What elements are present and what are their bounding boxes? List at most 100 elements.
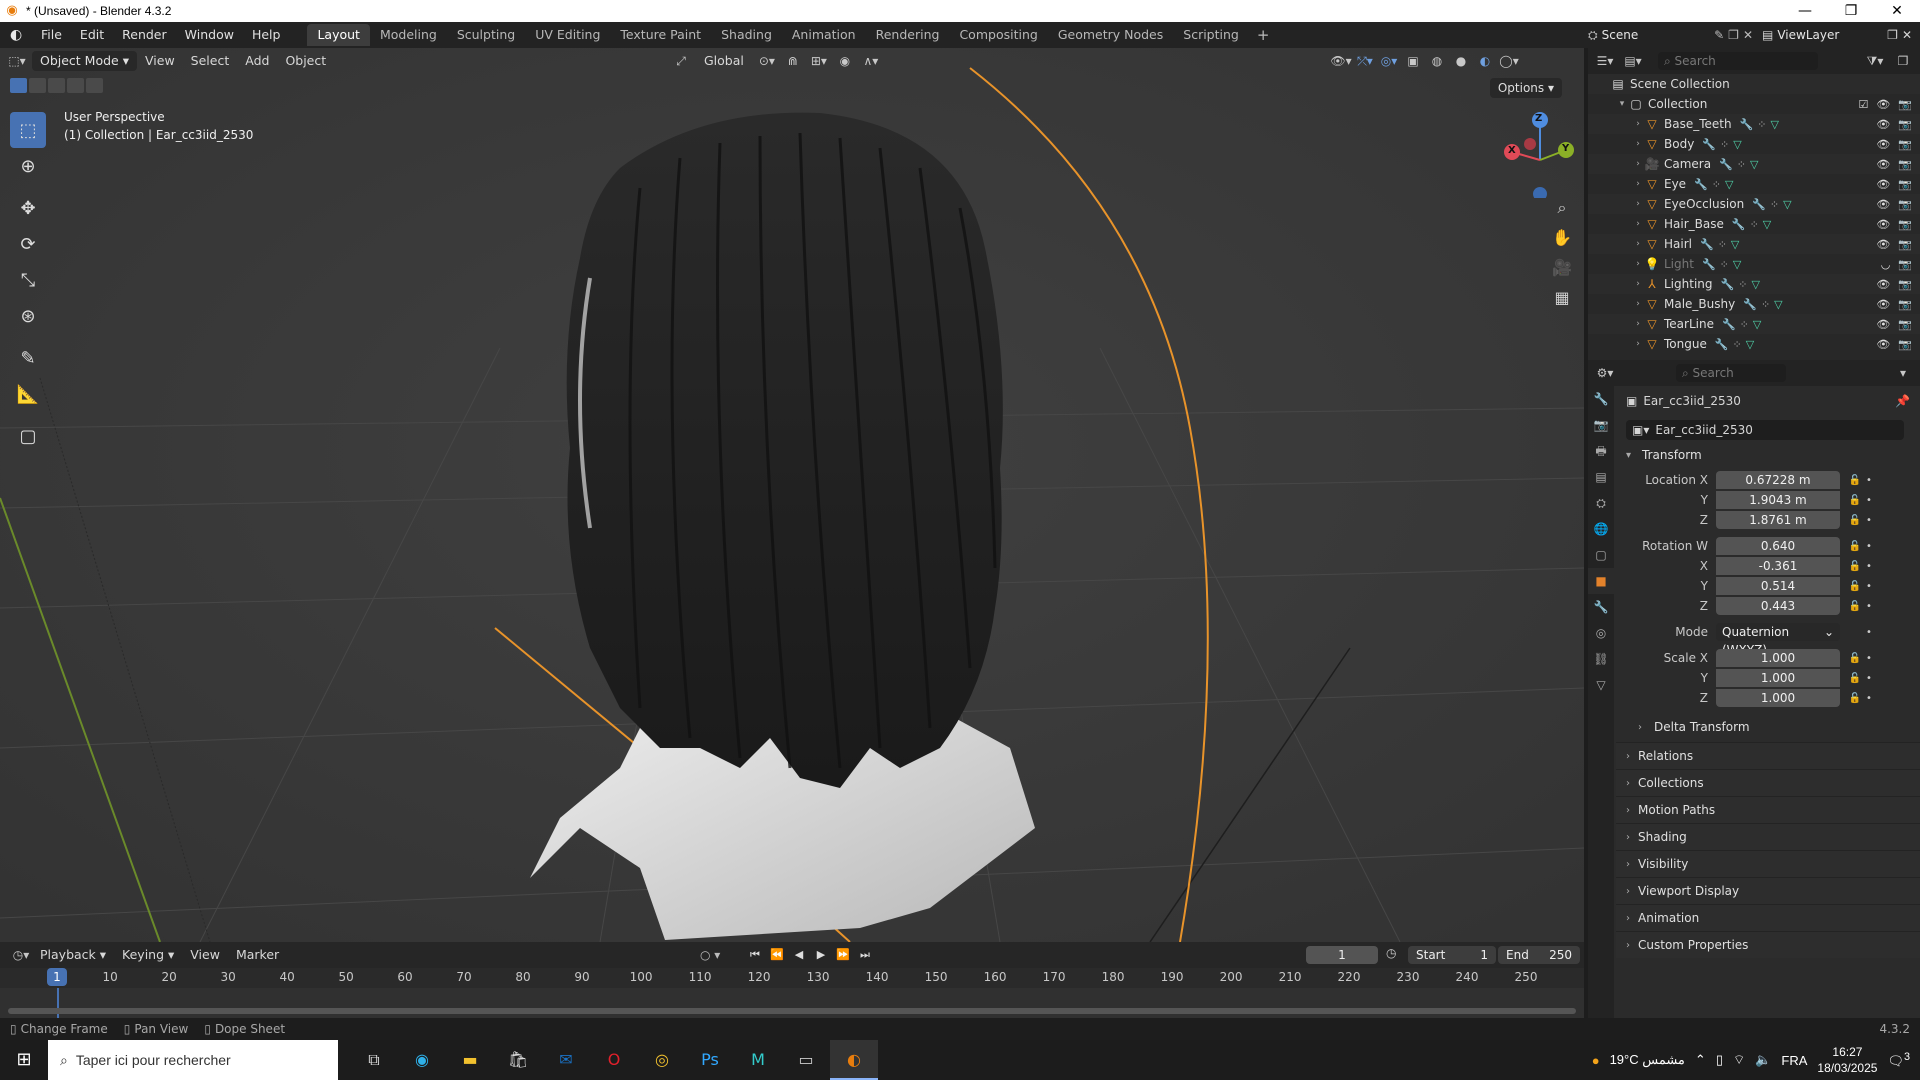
rotation-x-field[interactable]: -0.361 [1716,557,1840,575]
blender-taskbar-icon[interactable]: ◐ [830,1040,878,1080]
overlay-toggle-icon[interactable]: ◎▾ [1378,51,1400,71]
lock-icon[interactable]: 🔓 [1846,601,1864,612]
constraints-tab-icon[interactable]: ⛓ [1588,646,1614,672]
select-extend-icon[interactable] [29,78,46,93]
tab-modeling[interactable]: Modeling [370,24,447,46]
outliner-item[interactable]: › ▽ Hairl 🔧 ⁘ ▽ 👁 📷 [1588,234,1920,254]
tab-rendering[interactable]: Rendering [866,24,950,46]
end-frame-field[interactable]: End 250 [1498,946,1580,964]
snap-target-icon[interactable]: ⊞▾ [808,51,830,71]
wrench-icon[interactable]: 🔧 [1743,298,1757,311]
viewlayer-selector[interactable]: ▤ ViewLayer ❐ ✕ [1762,25,1912,45]
current-frame-field[interactable]: 1 [1306,946,1378,964]
delta-transform-header[interactable]: › Delta Transform [1616,716,1920,738]
camera-view-icon[interactable]: 🎥 [1548,253,1576,283]
menu-edit[interactable]: Edit [71,22,113,48]
timeline-ruler[interactable]: 1 10 20 30 40 50 60 70 80 90 100 110 120 130 140 150 160… [0,968,1584,988]
rotation-w-field[interactable]: 0.640 [1716,537,1840,555]
device-icon[interactable]: ▯ [1716,1052,1723,1068]
eye-icon[interactable]: 👁 [1876,338,1890,351]
preview-range-icon[interactable]: ◷ [1386,946,1396,960]
keyframe-dot-icon[interactable]: • [1864,653,1874,664]
lock-icon[interactable]: 🔓 [1846,653,1864,664]
mesh-data-icon[interactable]: ▽ [1753,318,1761,331]
lock-icon[interactable]: 🔓 [1846,561,1864,572]
menu-playback[interactable]: Playback ▾ [32,944,114,966]
render-camera-icon[interactable]: 📷 [1898,318,1912,331]
pin-properties-icon[interactable]: 📌 [1895,394,1910,408]
keyframe-dot-icon[interactable]: • [1864,601,1874,612]
outliner-item[interactable]: › ▽ Tongue 🔧 ⁘ ▽ 👁 📷 [1588,334,1920,354]
mode-dropdown[interactable]: Object Mode ▾ [32,51,137,71]
keyframe-dot-icon[interactable]: • [1864,495,1874,506]
windows-start-icon[interactable]: ⊞ [0,1040,48,1080]
mesh-data-icon[interactable]: ▽ [1783,198,1791,211]
data-tab-icon[interactable]: ▽ [1588,672,1614,698]
outliner-item[interactable]: › ▽ TearLine 🔧 ⁘ ▽ 👁 📷 [1588,314,1920,334]
select-invert-icon[interactable] [67,78,84,93]
menu-object[interactable]: Object [277,50,334,72]
vertex-group-icon[interactable]: ⁘ [1740,318,1749,331]
render-camera-icon[interactable]: 📷 [1898,98,1912,111]
falloff-icon[interactable]: ∧▾ [860,51,882,71]
eye-icon[interactable]: 👁 [1876,318,1890,331]
vertex-group-icon[interactable]: ⁘ [1733,338,1742,351]
pan-hand-icon[interactable]: ✋ [1548,223,1576,253]
wireframe-shading-icon[interactable]: ◍ [1426,51,1448,71]
keyframe-dot-icon[interactable]: • [1864,475,1874,486]
menu-add[interactable]: Add [237,50,277,72]
chevron-down-icon[interactable]: ▾ [1616,99,1628,109]
xray-icon[interactable]: ▣ [1402,51,1424,71]
keyframe-dot-icon[interactable]: • [1864,627,1874,638]
timeline-editor[interactable]: ◷▾ Playback ▾ Keying ▾ View Marker ○ ▾ ⏮… [0,942,1584,1028]
render-camera-icon[interactable]: 📷 [1898,178,1912,191]
render-camera-icon[interactable]: 📷 [1898,118,1912,131]
render-camera-icon[interactable]: 📷 [1898,258,1912,271]
render-camera-icon[interactable]: 📷 [1898,278,1912,291]
add-cube-tool-icon[interactable]: ▢ [10,418,46,454]
jump-keyframe-forward-icon[interactable]: ⏩ [833,946,853,964]
tab-animation[interactable]: Animation [782,24,866,46]
options-dropdown[interactable]: Options ▾ [1489,78,1562,98]
new-viewlayer-icon[interactable]: ❐ [1887,28,1898,42]
scale-x-field[interactable]: 1.000 [1716,649,1840,667]
timeline-editor-type-icon[interactable]: ◷▾ [10,945,32,965]
wrench-icon[interactable]: 🔧 [1700,238,1714,251]
chevron-right-icon[interactable]: › [1632,159,1644,169]
exclude-checkbox-icon[interactable]: ☑ [1858,98,1868,111]
play-reverse-icon[interactable]: ◀ [789,946,809,964]
add-workspace-button[interactable]: + [1249,26,1278,44]
select-subtract-icon[interactable] [48,78,65,93]
chevron-right-icon[interactable]: › [1632,119,1644,129]
gizmo-toggle-icon[interactable]: ⤱▾ [1354,51,1376,71]
weather-icon[interactable]: ● [1592,1053,1600,1068]
wrench-icon[interactable]: 🔧 [1719,158,1733,171]
physics-tab-icon[interactable]: ◎ [1588,620,1614,646]
navigation-gizmo[interactable]: Z X Y [1500,108,1580,201]
object-tab-icon[interactable]: ■ [1588,568,1614,594]
blender-logo-icon[interactable]: ◐ [10,27,32,43]
keyframe-dot-icon[interactable]: • [1864,541,1874,552]
rotation-y-field[interactable]: 0.514 [1716,577,1840,595]
scene-name[interactable]: Scene [1602,28,1711,42]
display-mode-icon[interactable]: ▤▾ [1622,51,1644,71]
mesh-data-icon[interactable]: ▽ [1746,338,1754,351]
new-collection-icon[interactable]: ❐ [1892,51,1914,71]
chevron-right-icon[interactable]: › [1632,279,1644,289]
start-frame-field[interactable]: Start 1 [1408,946,1496,964]
keyframe-dot-icon[interactable]: • [1864,515,1874,526]
chevron-right-icon[interactable]: › [1632,259,1644,269]
wrench-icon[interactable]: 🔧 [1715,338,1729,351]
wrench-icon[interactable]: 🔧 [1732,218,1746,231]
cursor-tool-icon[interactable]: ⊕ [10,148,46,184]
tab-geometry-nodes[interactable]: Geometry Nodes [1048,24,1173,46]
scale-tool-icon[interactable]: ⤡ [10,262,46,298]
solid-shading-icon[interactable]: ● [1450,51,1472,71]
select-intersect-icon[interactable] [86,78,103,93]
vertex-group-icon[interactable]: ⁘ [1757,118,1766,131]
vertex-group-icon[interactable]: ⁘ [1720,258,1729,271]
tool-tab-icon[interactable]: 🔧 [1588,386,1614,412]
eye-icon[interactable]: 👁 [1876,158,1890,171]
tab-texture-paint[interactable]: Texture Paint [610,24,711,46]
panel-header-relations[interactable]: › Relations [1616,742,1920,769]
